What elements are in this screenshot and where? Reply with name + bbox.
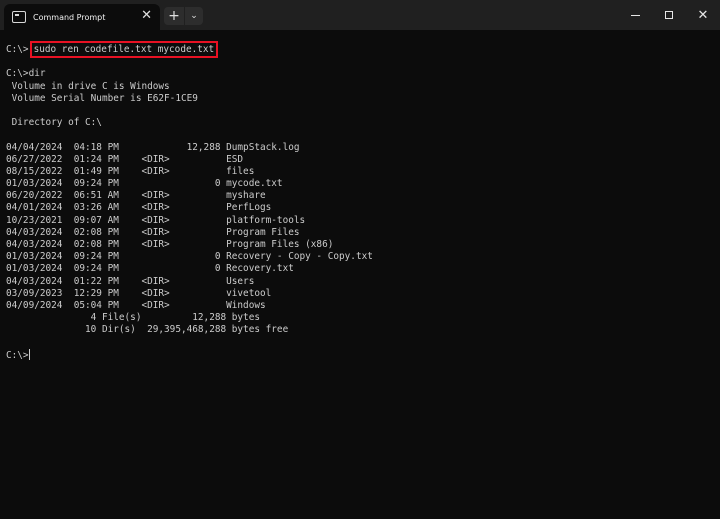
maximize-icon (665, 11, 673, 19)
dir-listing: 04/04/2024 04:18 PM 12,288 DumpStack.log… (6, 142, 720, 313)
highlighted-command: sudo ren codefile.txt mycode.txt (29, 41, 219, 58)
dir-entry: 04/03/2024 02:08 PM <DIR> Program Files (6, 226, 300, 238)
dir-entry: 03/09/2023 12:29 PM <DIR> vivetool (6, 287, 272, 299)
dir-entry: 01/03/2024 09:24 PM 0 Recovery - Copy - … (6, 251, 373, 263)
dir-entry: 10/23/2021 09:07 AM <DIR> platform-tools (6, 214, 306, 226)
close-icon: ✕ (697, 7, 709, 23)
chevron-down-icon[interactable]: ⌄ (185, 7, 203, 25)
tab-title: Command Prompt (33, 12, 106, 22)
serial-line: Volume Serial Number is E62F-1CE9 (6, 92, 198, 104)
window-controls: ✕ (618, 0, 720, 30)
directory-line: Directory of C:\ (6, 117, 102, 129)
dir-entry: 01/03/2024 09:24 PM 0 mycode.txt (6, 178, 283, 190)
dir-entry: 04/01/2024 03:26 AM <DIR> PerfLogs (6, 202, 272, 214)
minimize-button[interactable] (618, 0, 652, 30)
close-button[interactable]: ✕ (686, 0, 720, 30)
dir-entry: 01/03/2024 09:24 PM 0 Recovery.txt (6, 263, 294, 275)
final-prompt: C:\> (6, 349, 29, 361)
terminal-output[interactable]: C:\> sudo ren codefile.txt mycode.txt C:\… (0, 30, 720, 519)
new-tab-group: + ⌄ (164, 7, 203, 25)
prompt: C:\> (6, 44, 29, 55)
dirs-summary: 10 Dir(s) 29,395,468,288 bytes free (6, 324, 289, 336)
volume-line: Volume in drive C is Windows (6, 80, 170, 92)
dir-entry: 04/04/2024 04:18 PM 12,288 DumpStack.log (6, 141, 300, 153)
final-prompt-line: C:\> (6, 348, 720, 361)
files-summary: 4 File(s) 12,288 bytes (6, 312, 260, 324)
title-bar: Command Prompt ✕ + ⌄ ✕ (0, 0, 720, 30)
dir-command: C:\>dir (6, 68, 46, 80)
tab-close-icon[interactable]: ✕ (141, 8, 152, 24)
dir-entry: 08/15/2022 01:49 PM <DIR> files (6, 165, 255, 177)
dir-entry: 06/27/2022 01:24 PM <DIR> ESD (6, 153, 244, 165)
dir-entry: 06/20/2022 06:51 AM <DIR> myshare (6, 190, 266, 202)
dir-entry: 04/03/2024 01:22 PM <DIR> Users (6, 275, 255, 287)
dir-entry: 04/09/2024 05:04 PM <DIR> Windows (6, 299, 266, 311)
command-line: C:\> sudo ren codefile.txt mycode.txt (6, 41, 720, 58)
terminal-icon (12, 11, 26, 23)
dir-entry: 04/03/2024 02:08 PM <DIR> Program Files … (6, 239, 334, 250)
minimize-icon (630, 14, 640, 16)
new-tab-button[interactable]: + (164, 7, 184, 25)
command-prompt-window: Command Prompt ✕ + ⌄ ✕ C:\> sudo ren code… (0, 0, 720, 519)
tab-command-prompt[interactable]: Command Prompt ✕ (4, 4, 160, 30)
maximize-button[interactable] (652, 0, 686, 30)
text-cursor (28, 348, 30, 360)
